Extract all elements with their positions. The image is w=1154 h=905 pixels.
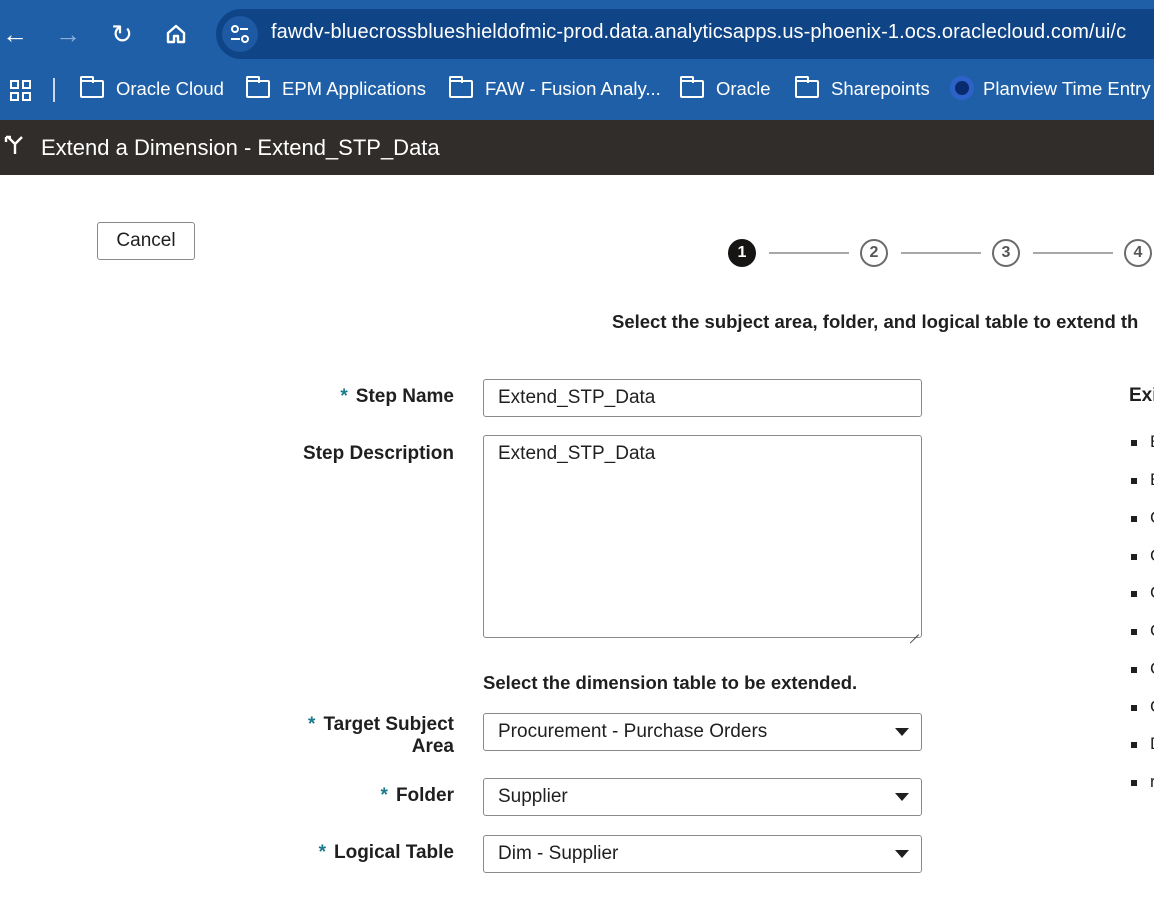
bookmark-faw-fusion[interactable]: FAW - Fusion Analy... [449,76,661,102]
folder-label-text: Folder [395,785,454,806]
bookmark-label: FAW - Fusion Analy... [485,78,661,99]
wizard-step-3[interactable]: 3 [992,239,1020,267]
browser-chrome: ← → ↻ fawdv-bluecrossblueshieldofmic-pro… [0,0,1154,120]
cancel-button[interactable]: Cancel [97,222,195,260]
side-panel-title: Exi [1129,385,1154,406]
step-name-input[interactable]: Extend_STP_Data [483,379,922,417]
bookmark-label: Planview Time Entry [983,78,1151,99]
step-name-label-text: Step Name [355,386,454,407]
folder-icon [449,76,473,98]
address-bar[interactable]: fawdv-bluecrossblueshieldofmic-prod.data… [216,9,1154,59]
bookmark-label: Oracle Cloud [116,78,224,99]
side-list-item: C [1131,659,1154,679]
tune-icon [231,25,249,43]
side-list-item: r [1131,772,1154,792]
resize-grip-icon[interactable] [909,625,919,635]
home-icon-shape [166,24,186,44]
folder-icon [795,76,819,98]
target-subject-area-label-line2: Area [411,736,454,757]
home-icon[interactable] [161,17,191,51]
target-subject-area-label-line1: Target Subject [323,714,454,735]
url-text[interactable]: fawdv-bluecrossblueshieldofmic-prod.data… [271,21,1126,44]
bookmark-epm-applications[interactable]: EPM Applications [246,76,426,102]
required-indicator: * [318,842,326,863]
folder-icon [680,76,704,98]
site-info-icon[interactable] [222,16,258,52]
step-description-textarea[interactable]: Extend_STP_Data [483,435,922,638]
logical-table-value: Dim - Supplier [498,843,619,864]
page-title: Extend a Dimension - Extend_STP_Data [41,135,440,160]
required-indicator: * [340,386,348,407]
side-list-item: E [1131,470,1154,490]
wizard-instruction: Select the subject area, folder, and log… [612,311,1139,332]
step-name-label: * Step Name [340,386,454,408]
step-connector [901,252,981,254]
logical-table-label-text: Logical Table [333,842,454,863]
bookmark-planview[interactable]: Planview Time Entry [950,76,1151,102]
apps-grid-icon[interactable] [10,80,32,102]
target-subject-area-value: Procurement - Purchase Orders [498,721,768,742]
step-connector [1033,252,1113,254]
wizard-step-1[interactable]: 1 [728,239,756,267]
logical-table-label: * Logical Table [319,842,454,864]
wizard-step-4[interactable]: 4 [1124,239,1152,267]
wizard-step-2[interactable]: 2 [860,239,888,267]
folder-icon [246,76,270,98]
bookmark-label: Sharepoints [831,78,930,99]
bookmark-oracle-cloud[interactable]: Oracle Cloud [80,76,224,102]
folder-label: * Folder [381,785,454,807]
bookmark-sharepoints[interactable]: Sharepoints [795,76,930,102]
chevron-down-icon [895,728,909,736]
bookmarks-bar: Oracle Cloud EPM Applications FAW - Fusi… [0,68,1154,110]
chevron-down-icon [895,793,909,801]
section-heading: Select the dimension table to be extende… [483,672,858,693]
bookmark-label: EPM Applications [282,78,426,99]
fork-icon [4,134,26,162]
bookmark-label: Oracle [716,78,771,99]
step-connector [769,252,849,254]
back-arrow-icon[interactable]: ← [0,17,30,51]
folder-icon [80,76,104,98]
step-description-value: Extend_STP_Data [498,443,656,464]
side-list-item: C [1131,697,1154,717]
required-indicator: * [380,785,388,806]
side-list-item: C [1131,583,1154,603]
planview-icon [950,76,974,100]
step-description-label: Step Description [303,443,454,464]
side-list-item: D [1131,734,1154,754]
chevron-down-icon [895,850,909,858]
bookmark-oracle[interactable]: Oracle [680,76,771,102]
logical-table-select[interactable]: Dim - Supplier [483,835,922,873]
folder-select[interactable]: Supplier [483,778,922,816]
required-indicator: * [308,714,316,735]
target-subject-area-label: * Target Subject Area [308,714,454,758]
folder-value: Supplier [498,786,568,807]
forward-arrow-icon[interactable]: → [53,17,83,51]
side-list-item: C [1131,621,1154,641]
side-list-item: C [1131,508,1154,528]
bookmarks-separator [53,78,55,102]
side-list-item: C [1131,546,1154,566]
reload-icon[interactable]: ↻ [107,17,137,51]
fork-icon-shape [4,135,23,154]
side-list-item: E [1131,432,1154,452]
page-header: Extend a Dimension - Extend_STP_Data [0,120,1154,175]
target-subject-area-select[interactable]: Procurement - Purchase Orders [483,713,922,751]
